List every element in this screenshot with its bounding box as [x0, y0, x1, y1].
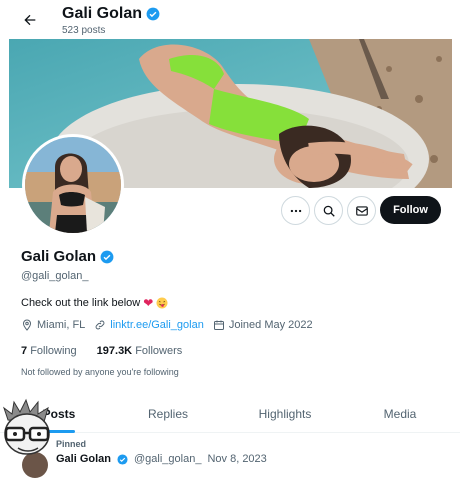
message-button[interactable]: [347, 196, 376, 225]
link-icon: [95, 320, 105, 330]
link-item: linktr.ee/Gali_golan: [94, 319, 204, 331]
red-heart-emoji: ❤: [143, 296, 154, 310]
joined-text: Joined May 2022: [228, 319, 313, 331]
search-profile-button[interactable]: [314, 196, 343, 225]
tab-replies[interactable]: Replies: [118, 395, 218, 432]
profile-link[interactable]: linktr.ee/Gali_golan: [110, 319, 204, 331]
profile-handle: @gali_golan_: [21, 270, 89, 282]
header-display-name: Gali Golan: [62, 5, 160, 23]
followers-count: 197.3K: [96, 345, 133, 357]
search-icon: [323, 205, 335, 217]
follow-stats: 7 Following 197.3K Followers: [21, 345, 182, 357]
verified-badge-icon[interactable]: [100, 250, 114, 264]
back-button[interactable]: [16, 6, 44, 34]
post-author-handle: @gali_golan_: [134, 453, 202, 465]
followers-label: Followers: [135, 345, 183, 357]
following-label: Following: [30, 345, 77, 357]
avatar-image: [25, 137, 121, 233]
joined-item: Joined May 2022: [213, 319, 313, 331]
calendar-icon: [213, 320, 224, 330]
verified-badge-icon: [117, 453, 128, 465]
following-count: 7: [21, 345, 28, 357]
profile-display-name: Gali Golan: [21, 248, 114, 265]
post-date[interactable]: Nov 8, 2023: [207, 453, 266, 465]
pinned-text: Pinned: [56, 439, 87, 449]
tongue-wink-emoji: [156, 297, 168, 309]
bio-text: Check out the link below: [21, 297, 141, 309]
location-text: Miami, FL: [37, 319, 86, 331]
post-author-name[interactable]: Gali Golan: [56, 453, 111, 465]
followers-link[interactable]: 197.3K Followers: [97, 345, 183, 357]
post-author-row: Gali Golan @gali_golan_ Nov 8, 2023: [56, 453, 267, 465]
pinned-label: Pinned: [56, 439, 86, 449]
header-name-text: Gali Golan: [62, 5, 143, 22]
location-pin-icon: [22, 319, 32, 331]
verified-badge-icon: [146, 7, 160, 21]
profile-tabs: Posts Replies Highlights Media: [0, 395, 460, 433]
profile-meta: Miami, FL linktr.ee/Gali_golan Joined Ma…: [21, 319, 322, 331]
mascot-watermark-logo: [3, 398, 50, 455]
header-posts-count: 523 posts: [62, 25, 106, 36]
not-followed-note: Not followed by anyone you're following: [21, 367, 179, 377]
envelope-icon: [355, 205, 368, 216]
tab-highlights[interactable]: Highlights: [218, 395, 352, 432]
follow-button[interactable]: Follow: [380, 196, 441, 224]
tab-media[interactable]: Media: [352, 395, 448, 432]
arrow-left-icon: [24, 14, 36, 26]
following-link[interactable]: 7 Following: [21, 345, 77, 357]
profile-bio: Check out the link below ❤: [21, 296, 168, 310]
location-item: Miami, FL: [21, 319, 85, 331]
more-button[interactable]: [281, 196, 310, 225]
more-horizontal-icon: [290, 209, 301, 212]
profile-name-text: Gali Golan: [21, 248, 97, 265]
profile-avatar[interactable]: [22, 134, 124, 236]
